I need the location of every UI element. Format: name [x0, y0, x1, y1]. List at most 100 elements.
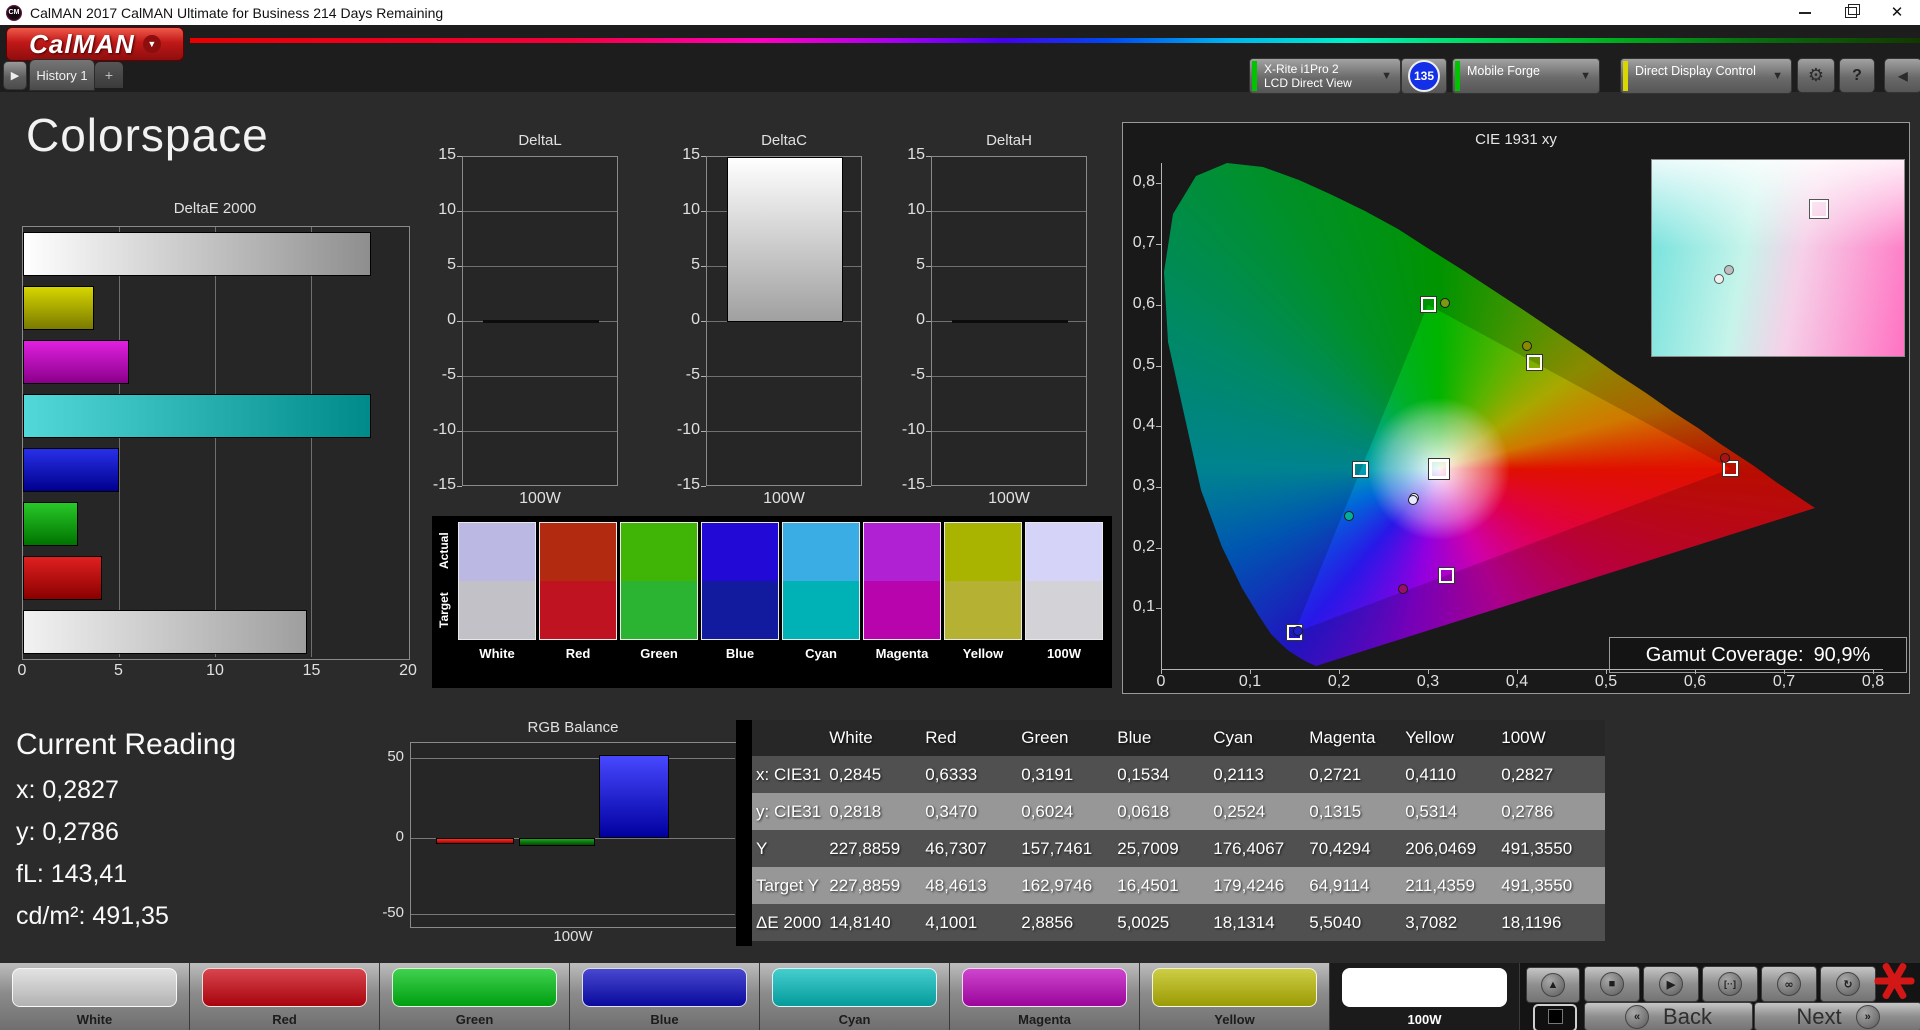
tick-mark [701, 211, 706, 212]
step-button[interactable]: [··] [1702, 966, 1758, 1002]
bottom-bar: White Red Green Blue Cyan Magenta Yellow 100W ▲… [0, 961, 1920, 1030]
help-button[interactable]: ? [1839, 58, 1875, 93]
table-cell: 491,3550 [1497, 867, 1606, 904]
tick-mark [457, 376, 462, 377]
tab-history-1[interactable]: History 1 [29, 59, 95, 91]
swatch-actual-blue [701, 522, 779, 581]
pattern-label: Yellow [1214, 1012, 1255, 1027]
deltaH-y-tick: 0 [916, 311, 925, 328]
pattern-label: Red [272, 1012, 297, 1027]
pattern-button-blue[interactable]: Blue [570, 963, 760, 1030]
pattern-label: Blue [650, 1012, 679, 1027]
swatch-row-label-target: Target [437, 592, 451, 628]
table-cell: 0,6333 [921, 756, 1018, 793]
app-icon: CM [6, 4, 22, 21]
meter-count-badge[interactable]: 135 [1401, 58, 1447, 94]
pattern-button-100w[interactable]: 100W [1330, 963, 1520, 1030]
close-button[interactable]: ✕ [1874, 0, 1920, 25]
current-reading-cdm: cd/m²: 491,35 [16, 902, 169, 930]
deltaC-title: DeltaC [761, 132, 807, 149]
add-tab-button[interactable]: + [95, 62, 123, 88]
header-band: CalMAN ▼ ▶ History 1 + X-Rite i1Pro 2 LC… [0, 25, 1920, 94]
display-name: Direct Display Control [1635, 64, 1756, 78]
swatch-actual-cyan [782, 522, 860, 581]
window-title: CalMAN 2017 CalMAN Ultimate for Business… [30, 4, 444, 21]
pattern-button-yellow[interactable]: Yellow [1140, 963, 1330, 1030]
tick-mark [1156, 304, 1161, 306]
pattern-button-red[interactable]: Red [190, 963, 380, 1030]
deltaH-x-label: 100W [988, 490, 1030, 507]
pattern-swatch [202, 968, 367, 1007]
cie-measured-red [1719, 453, 1730, 464]
rgb-balance-chart [410, 742, 738, 928]
swatch-compare-panel: Actual Target White Red Green Blue Cyan Magenta… [432, 516, 1112, 688]
swatch-row-label-actual: Actual [437, 532, 451, 570]
swatch-actual-red [539, 522, 617, 581]
pattern-window-button[interactable] [1533, 1004, 1577, 1030]
tick-mark [1156, 183, 1161, 185]
meter-mode: LCD Direct View [1264, 76, 1352, 90]
table-cell: 0,3191 [1017, 756, 1114, 793]
gridline [411, 758, 735, 759]
display-dropdown[interactable]: Direct Display Control ▼ [1620, 58, 1792, 94]
rgb-y-tick: -50 [382, 904, 404, 921]
tick-mark [1517, 669, 1518, 674]
swatch-label: Red [565, 646, 591, 661]
next-button[interactable]: Next » [1754, 1002, 1920, 1030]
pattern-button-white[interactable]: White [0, 963, 190, 1030]
tick-mark [701, 431, 706, 432]
meter-dropdown[interactable]: X-Rite i1Pro 2 LCD Direct View ▼ [1249, 58, 1401, 94]
source-dropdown[interactable]: Mobile Forge ▼ [1452, 58, 1600, 94]
table-header: 100W [1497, 720, 1606, 756]
deltaL-chart [462, 156, 618, 486]
expand-tabs-button[interactable]: ▶ [3, 61, 27, 90]
rgb-y-tick: 50 [387, 748, 404, 765]
inset-target-square [1809, 199, 1829, 219]
stop-button[interactable]: ■ [1584, 966, 1640, 1002]
tick-mark [926, 431, 931, 432]
restore-button[interactable] [1828, 0, 1874, 25]
table-header [752, 720, 826, 756]
gridline [707, 431, 861, 432]
minimize-button[interactable] [1782, 0, 1828, 25]
cie-x-tick: 0,3 [1416, 673, 1440, 690]
tick-mark [1784, 669, 1785, 674]
pattern-panel-up-button[interactable]: ▲ [1526, 967, 1580, 1003]
tick-mark [1873, 669, 1874, 674]
collapse-panel-button[interactable]: ◀ [1884, 58, 1920, 93]
rgb-balance-title: RGB Balance [527, 719, 619, 736]
cie-x-tick: 0,7 [1772, 673, 1796, 690]
deltaH-chart [931, 156, 1087, 486]
swatch-label: Blue [725, 646, 755, 661]
pattern-button-green[interactable]: Green [380, 963, 570, 1030]
table-header-row: White Red Green Blue Cyan Magenta Yellow 100W [752, 720, 1606, 756]
deltae-x-tick: 15 [302, 662, 321, 679]
tick-mark [1156, 486, 1161, 488]
pattern-button-cyan[interactable]: Cyan [760, 963, 950, 1030]
tick-mark [1156, 608, 1161, 610]
swatch-label: Green [640, 646, 678, 661]
rgb-y-tick: 0 [395, 828, 404, 845]
table-cell: 0,2827 [1497, 756, 1606, 793]
table-cell: 0,1534 [1113, 756, 1210, 793]
cie-y-tick: 0,3 [1132, 476, 1155, 494]
loop-button[interactable]: ∞ [1761, 966, 1817, 1002]
cie-target-green [1419, 296, 1437, 314]
cie-x-tick: 0,2 [1327, 673, 1351, 690]
deltaL-y-tick: -5 [441, 366, 456, 383]
settings-button[interactable]: ⚙ [1797, 58, 1835, 93]
notification-asterisk-icon [1868, 955, 1920, 1007]
deltaC-y-tick: 10 [682, 201, 700, 218]
deltae-bar-red [23, 556, 102, 600]
pattern-button-magenta[interactable]: Magenta [950, 963, 1140, 1030]
inset-measured-dot [1724, 265, 1734, 275]
back-button[interactable]: « Back [1584, 1002, 1753, 1030]
play-button[interactable]: ▶ [1643, 966, 1699, 1002]
display-status-accent [1623, 61, 1628, 91]
calman-menu-button[interactable]: CalMAN ▼ [6, 27, 184, 61]
table-header: Magenta [1305, 720, 1402, 756]
step-icon: [··] [1718, 972, 1742, 996]
page-title: Colorspace [26, 109, 269, 161]
gridline [932, 266, 1086, 267]
current-reading-fL: fL: 143,41 [16, 860, 128, 888]
